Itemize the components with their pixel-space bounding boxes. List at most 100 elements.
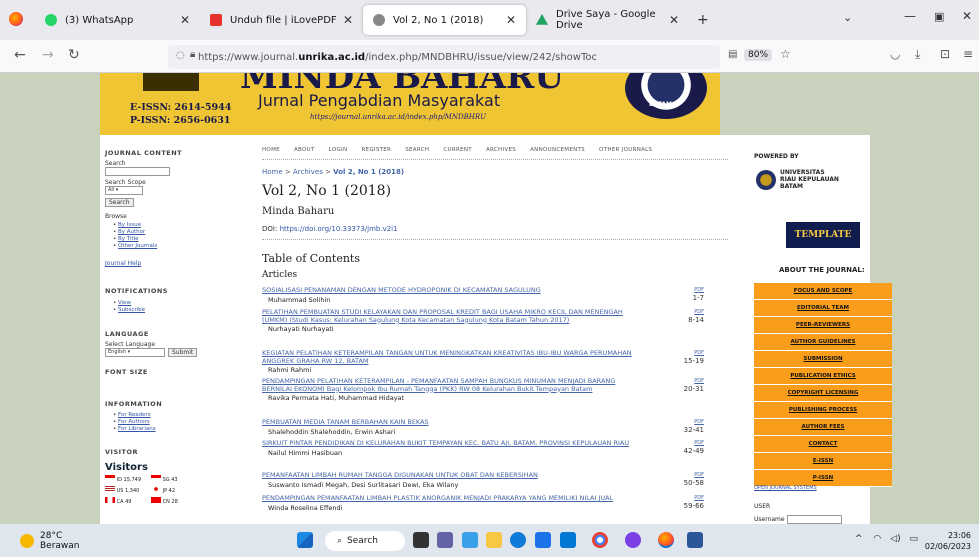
close-icon[interactable]: ✕ <box>180 13 190 27</box>
store-icon[interactable] <box>535 532 551 548</box>
pdf-link[interactable]: PDF <box>694 378 704 384</box>
article-title-link[interactable]: PELATIHAN PEMBUATAN STUDI KELAYAKAN DAN … <box>262 308 642 324</box>
username-input[interactable] <box>786 515 842 524</box>
zoom-level[interactable]: 80% <box>744 49 773 61</box>
nav-about[interactable]: ABOUT <box>294 147 315 153</box>
pdf-link[interactable]: PDF <box>694 350 704 356</box>
article-title-link[interactable]: SIRKUIT PINTAR PENDIDIKAN DI KELURAHAN B… <box>262 439 642 448</box>
url-bar[interactable]: ◌ 🔒︎ https://www.journal. unrika.ac.id/in… <box>168 45 720 69</box>
edge-icon[interactable] <box>510 532 526 548</box>
minimize-button[interactable]: — <box>904 9 916 23</box>
lock-icon[interactable]: 🔒︎ <box>190 49 195 60</box>
nav-login[interactable]: LOGIN <box>329 147 348 153</box>
article-title-link[interactable]: KEGIATAN PELATIHAN KETERAMPILAN TANGAN U… <box>262 349 642 365</box>
wifi-icon[interactable]: ◠ <box>873 534 881 544</box>
close-icon[interactable]: ✕ <box>343 13 353 27</box>
firefox-taskbar-icon[interactable] <box>658 532 674 548</box>
open-journal-systems-link[interactable]: OPEN JOURNAL SYSTEMS <box>754 485 817 491</box>
article-title-link[interactable]: PEMBUATAN MEDIA TANAM BERBAHAN KAIN BEKA… <box>262 418 642 427</box>
close-window-button[interactable]: ✕ <box>962 9 972 23</box>
task-view-icon[interactable] <box>413 532 429 548</box>
unri-logo[interactable]: UNIVERSITAS RIAU KEPULAUAN BATAM <box>756 169 839 190</box>
reader-view-icon[interactable]: ▤ <box>728 49 737 60</box>
pdf-link[interactable]: PDF <box>694 309 704 315</box>
extensions-icon[interactable]: ⊡ <box>940 47 950 61</box>
nav-other-journals[interactable]: OTHER JOURNALS <box>599 147 652 153</box>
notif-view-link[interactable]: View <box>118 300 131 306</box>
browse-other-journals[interactable]: Other Journals <box>118 243 157 249</box>
maximize-button[interactable]: ▣ <box>934 10 944 23</box>
nav-home[interactable]: HOME <box>262 147 280 153</box>
menu-contact[interactable]: CONTACT <box>754 436 892 453</box>
menu-author-guidelines[interactable]: AUTHOR GUIDELINES <box>754 334 892 351</box>
reload-icon[interactable]: ↻ <box>68 47 80 63</box>
close-icon[interactable]: ✕ <box>669 13 679 27</box>
breadcrumb-home[interactable]: Home <box>262 168 283 176</box>
menu-author-fees[interactable]: AUTHOR FEES <box>754 419 892 436</box>
app-icon[interactable] <box>625 532 641 548</box>
menu-publication-ethics[interactable]: PUBLICATION ETHICS <box>754 368 892 385</box>
bookmark-star-icon[interactable]: ☆ <box>780 47 791 61</box>
language-submit-button[interactable]: Submit <box>168 348 198 357</box>
language-select[interactable]: English ▾ <box>105 348 165 357</box>
doi-link[interactable]: https://doi.org/10.33373/jmb.v2i1 <box>280 225 398 233</box>
tab-list-icon[interactable]: ⌄ <box>843 11 852 24</box>
article-title-link[interactable]: SOSIALISASI PENANAMAN DENGAN METODE HYDR… <box>262 286 642 295</box>
for-readers-link[interactable]: For Readers <box>118 412 151 418</box>
menu-editorial-team[interactable]: EDITORIAL TEAM <box>754 300 892 317</box>
pdf-link[interactable]: PDF <box>694 440 704 446</box>
scope-select[interactable]: All ▾ <box>105 186 143 195</box>
breadcrumb-current[interactable]: Vol 2, No 1 (2018) <box>333 168 404 176</box>
clock[interactable]: 23:06 02/06/2023 <box>925 530 971 552</box>
search-input[interactable] <box>105 167 170 176</box>
menu-focus-scope[interactable]: FOCUS AND SCOPE <box>754 283 892 300</box>
shield-icon[interactable]: ◌ <box>176 50 185 61</box>
for-authors-link[interactable]: For Authors <box>118 419 150 425</box>
tab-ilovepdf[interactable]: Unduh file | iLovePDF ✕ <box>200 5 363 35</box>
firefox-icon[interactable] <box>9 12 23 26</box>
menu-publishing-process[interactable]: PUBLISHING PROCESS <box>754 402 892 419</box>
nav-archives[interactable]: ARCHIVES <box>486 147 516 153</box>
notif-subscribe-link[interactable]: Subscribe <box>118 307 145 313</box>
teams-icon[interactable] <box>437 532 453 548</box>
taskbar-search[interactable]: ⌕ Search <box>325 531 405 551</box>
menu-eissn[interactable]: E-ISSN <box>754 453 892 470</box>
chrome-icon[interactable] <box>592 532 608 548</box>
battery-icon[interactable]: ▭ <box>909 534 918 544</box>
breadcrumb-archives[interactable]: Archives <box>293 168 323 176</box>
word-icon[interactable] <box>560 532 576 548</box>
weather-widget[interactable]: 28°C Berawan <box>20 531 80 551</box>
menu-icon[interactable]: ≡ <box>963 47 973 61</box>
photos-icon[interactable] <box>462 532 478 548</box>
tab-vol2[interactable]: Vol 2, No 1 (2018) ✕ <box>363 5 526 35</box>
menu-peer-reviewers[interactable]: PEER-REVIEWERS <box>754 317 892 334</box>
word-doc-icon[interactable] <box>687 532 703 548</box>
speaker-icon[interactable]: ◁) <box>890 534 900 544</box>
close-icon[interactable]: ✕ <box>506 13 516 27</box>
tab-whatsapp[interactable]: (3) WhatsApp ✕ <box>35 5 200 35</box>
journal-help-link[interactable]: Journal Help <box>105 260 141 267</box>
pdf-link[interactable]: PDF <box>694 472 704 478</box>
forward-icon[interactable]: → <box>42 47 54 63</box>
back-icon[interactable]: ← <box>14 47 26 63</box>
article-title-link[interactable]: PENDAMPINGAN PELATIHAN KETERAMPILAN - PE… <box>262 377 642 393</box>
article-title-link[interactable]: PEMANFAATAN LIMBAH RUMAH TANGGA DIGUNAKA… <box>262 471 642 480</box>
browse-by-author[interactable]: By Author <box>118 229 145 235</box>
windows-start-icon[interactable] <box>297 532 313 548</box>
article-title-link[interactable]: PENDAMPINGAN PEMANFAATAN LIMBAH PLASTIK … <box>262 494 642 503</box>
nav-search[interactable]: SEARCH <box>405 147 429 153</box>
chevron-up-icon[interactable]: ^ <box>855 534 863 544</box>
nav-announcements[interactable]: ANNOUNCEMENTS <box>530 147 585 153</box>
nav-current[interactable]: CURRENT <box>443 147 472 153</box>
menu-copyright-licensing[interactable]: COPYRIGHT LICENSING <box>754 385 892 402</box>
search-button[interactable]: Search <box>105 198 134 207</box>
file-explorer-icon[interactable] <box>486 532 502 548</box>
browse-by-issue[interactable]: By Issue <box>118 222 141 228</box>
for-librarians-link[interactable]: For Librarians <box>118 426 156 432</box>
menu-submission[interactable]: SUBMISSION <box>754 351 892 368</box>
download-icon[interactable]: ⤓ <box>915 47 920 62</box>
pdf-link[interactable]: PDF <box>694 287 704 293</box>
pocket-icon[interactable]: ◡ <box>890 47 900 61</box>
browse-by-title[interactable]: By Title <box>118 236 139 242</box>
pdf-link[interactable]: PDF <box>694 495 704 501</box>
